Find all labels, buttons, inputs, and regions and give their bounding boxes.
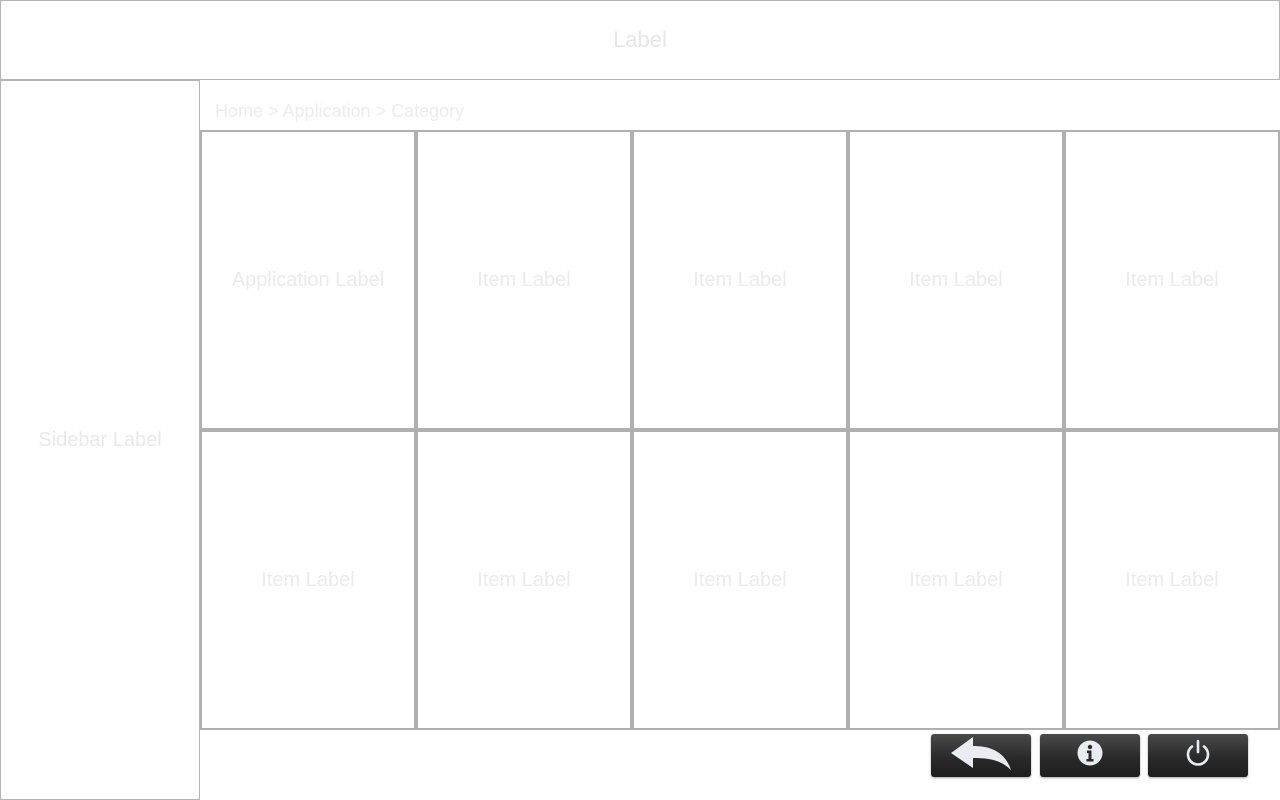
tile-label: Item Label [909, 568, 1003, 591]
tile-grid: Application Label Item Label Item Label … [200, 130, 1280, 730]
tile-2[interactable]: Item Label [416, 130, 632, 430]
power-button[interactable] [1148, 734, 1248, 777]
header-title: Label [613, 27, 667, 52]
tile-3[interactable]: Item Label [632, 130, 848, 430]
breadcrumb: Home > Application > Category [215, 101, 465, 121]
tile-4[interactable]: Item Label [848, 130, 1064, 430]
tile-1[interactable]: Application Label [200, 130, 416, 430]
tile-label: Item Label [693, 568, 787, 591]
tile-label: Item Label [1125, 268, 1219, 291]
tile-label: Application Label [231, 268, 385, 291]
back-arrow-icon [949, 734, 1013, 777]
info-button[interactable] [1040, 734, 1140, 777]
sidebar-label: Sidebar Label [38, 428, 162, 451]
header-bar: Label [0, 0, 1280, 80]
tile-6[interactable]: Item Label [200, 430, 416, 730]
info-icon [1076, 739, 1104, 772]
sidebar-panel: Sidebar Label [0, 80, 200, 800]
tile-10[interactable]: Item Label [1064, 430, 1280, 730]
power-icon [1183, 738, 1213, 773]
tile-label: Item Label [1125, 568, 1219, 591]
tile-label: Item Label [477, 568, 571, 591]
tile-label: Item Label [693, 268, 787, 291]
tile-7[interactable]: Item Label [416, 430, 632, 730]
tile-label: Item Label [477, 268, 571, 291]
back-button[interactable] [931, 734, 1031, 777]
tile-9[interactable]: Item Label [848, 430, 1064, 730]
tile-label: Item Label [909, 268, 1003, 291]
tile-label: Item Label [261, 568, 355, 591]
tile-8[interactable]: Item Label [632, 430, 848, 730]
tile-5[interactable]: Item Label [1064, 130, 1280, 430]
